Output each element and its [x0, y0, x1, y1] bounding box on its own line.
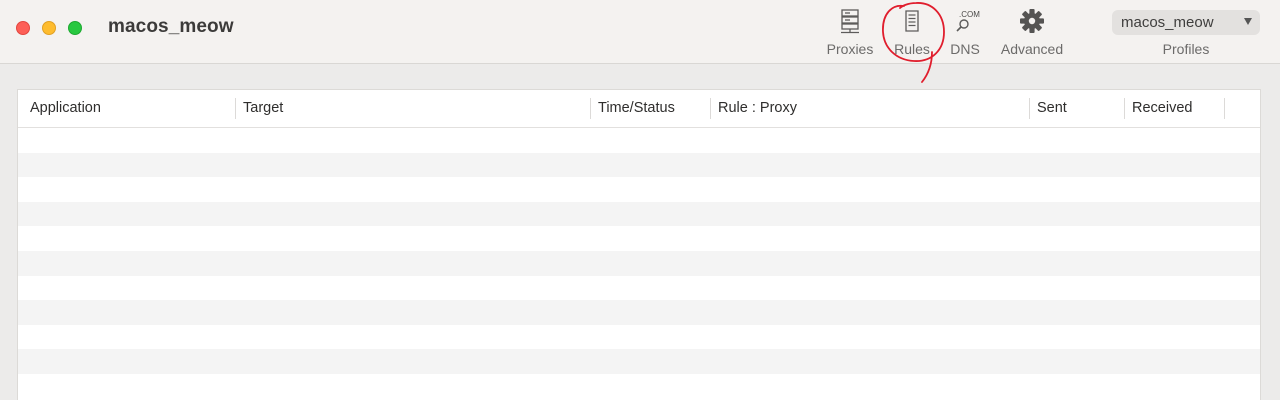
table-row[interactable]	[18, 349, 1260, 374]
column-header-time-status[interactable]: Time/Status	[586, 90, 706, 127]
server-icon	[841, 9, 859, 34]
table-body	[18, 128, 1260, 399]
chevron-down-icon	[1244, 18, 1252, 25]
column-header-target[interactable]: Target	[231, 90, 586, 127]
profile-dropdown[interactable]: macos_meow	[1112, 10, 1260, 35]
table-row[interactable]	[18, 300, 1260, 325]
maximize-window-button[interactable]	[68, 21, 82, 35]
column-header-sent[interactable]: Sent	[1025, 90, 1121, 127]
toolbar-proxies-label: Proxies	[826, 41, 874, 57]
table-row[interactable]	[18, 373, 1260, 399]
toolbar-rules-button[interactable]: Rules	[886, 8, 938, 60]
toolbar-dns-label: DNS	[950, 41, 980, 57]
table-row[interactable]	[18, 324, 1260, 350]
table-row[interactable]	[18, 226, 1260, 251]
window-title: macos_meow	[108, 16, 234, 37]
toolbar-advanced-button[interactable]: Advanced	[994, 8, 1070, 60]
profile-dropdown-value: macos_meow	[1121, 14, 1214, 31]
dns-icon-text: .COM	[959, 10, 980, 19]
table-row[interactable]	[18, 275, 1260, 301]
column-header-application[interactable]: Application	[18, 90, 236, 127]
table-row[interactable]	[18, 177, 1260, 202]
toolbar-rules-label: Rules	[894, 41, 930, 57]
toolbar: macos_meow Proxies Rules .COM DNS Advanc…	[0, 0, 1280, 64]
profile-caption: Profiles	[1162, 41, 1210, 57]
close-window-button[interactable]	[16, 21, 30, 35]
document-icon	[905, 10, 919, 32]
column-header-received[interactable]: Received	[1120, 90, 1224, 127]
minimize-window-button[interactable]	[42, 21, 56, 35]
app-window: macos_meow Proxies Rules .COM DNS Advanc…	[0, 0, 1280, 400]
toolbar-proxies-button[interactable]: Proxies	[820, 8, 880, 60]
gear-icon	[1020, 9, 1044, 33]
column-header-rule-proxy[interactable]: Rule : Proxy	[706, 90, 1026, 127]
toolbar-dns-button[interactable]: .COM DNS	[944, 8, 986, 60]
table-header: Application Target Time/Status Rule : Pr…	[18, 90, 1260, 128]
table-row[interactable]	[18, 152, 1260, 178]
table-row[interactable]	[18, 250, 1260, 276]
table-row[interactable]	[18, 128, 1260, 153]
table-row[interactable]	[18, 201, 1260, 227]
toolbar-advanced-label: Advanced	[1000, 41, 1064, 57]
dns-search-icon: .COM	[956, 10, 980, 32]
connections-table: Application Target Time/Status Rule : Pr…	[17, 89, 1261, 400]
column-divider[interactable]	[1224, 98, 1225, 119]
